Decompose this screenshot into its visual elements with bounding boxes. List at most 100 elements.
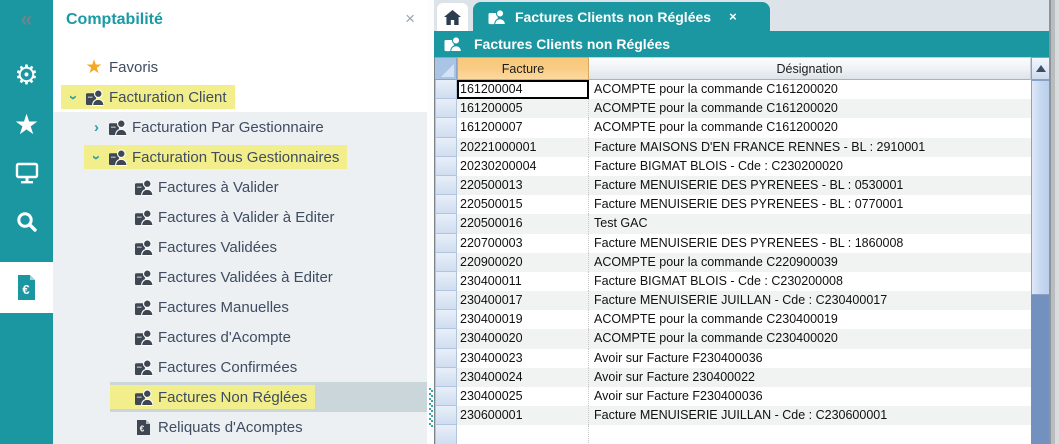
designation-cell[interactable]: Facture MENUISERIE DES PYRENEES - BL : 0… xyxy=(589,176,1031,195)
tree-item-content[interactable]: ›Facturation Tous Gestionnaires xyxy=(84,145,347,169)
settings-gear-icon[interactable]: ⚙ xyxy=(0,60,53,91)
chevron-down-icon[interactable]: › xyxy=(66,87,81,108)
tree-item-content[interactable]: €Reliquats d'Acomptes xyxy=(110,415,311,439)
tree-item-factures-d-acompte[interactable]: Factures d'Acompte xyxy=(110,322,427,352)
facture-cell[interactable]: 230400011 xyxy=(457,272,589,291)
row-header-cell[interactable] xyxy=(435,272,457,291)
facture-cell-focused[interactable]: 161200004 xyxy=(457,80,589,99)
tree-item-factures-valider[interactable]: Factures à Valider xyxy=(110,172,427,202)
facture-cell[interactable]: 20230200004 xyxy=(457,157,589,176)
designation-cell[interactable] xyxy=(589,425,1031,444)
tree-item-content[interactable]: Factures Validées à Editer xyxy=(110,265,341,289)
designation-cell[interactable]: Facture MENUISERIE DES PYRENEES - BL : 1… xyxy=(589,234,1031,253)
tree-item-content[interactable]: ›Facturation Par Gestionnaire xyxy=(84,115,332,139)
row-header-cell[interactable] xyxy=(435,214,457,233)
facture-cell[interactable]: 220900020 xyxy=(457,253,589,272)
designation-cell[interactable]: Facture BIGMAT BLOIS - Cde : C230200020 xyxy=(589,157,1031,176)
tree-item-factures-valid-es-editer[interactable]: Factures Validées à Editer xyxy=(110,262,427,292)
row-header-cell[interactable] xyxy=(435,310,457,329)
row-header-cell[interactable] xyxy=(435,349,457,368)
facture-cell[interactable]: 161200005 xyxy=(457,99,589,118)
tree-item-facturation-client[interactable]: ›Facturation Client xyxy=(61,82,427,112)
designation-cell[interactable]: Avoir sur Facture F230400036 xyxy=(589,387,1031,406)
tree-item-content[interactable]: ★Favoris xyxy=(61,55,166,79)
tree-item-factures-valid-es[interactable]: Factures Validées xyxy=(110,232,427,262)
facture-cell[interactable]: 220700003 xyxy=(457,234,589,253)
facture-cell[interactable]: 230600001 xyxy=(457,406,589,425)
designation-cell[interactable]: Facture MENUISERIE JUILLAN - Cde : C2304… xyxy=(589,291,1031,310)
tree-item-reliquats-d-acomptes[interactable]: €Reliquats d'Acomptes xyxy=(110,412,427,442)
tree-item-content[interactable]: Factures à Valider à Editer xyxy=(110,205,342,229)
tree-item-content[interactable]: Factures Non Réglées xyxy=(110,385,315,409)
row-header-cell[interactable] xyxy=(435,387,457,406)
designation-cell[interactable]: ACOMPTE pour la commande C161200020 xyxy=(589,118,1031,137)
row-header-cell[interactable] xyxy=(435,425,457,444)
scroll-up-button[interactable] xyxy=(1031,57,1050,80)
search-icon[interactable] xyxy=(0,209,53,242)
designation-cell[interactable]: ACOMPTE pour la commande C230400020 xyxy=(589,329,1031,348)
facture-cell[interactable]: 230400023 xyxy=(457,349,589,368)
tree-item-content[interactable]: ›Facturation Client xyxy=(61,85,235,109)
row-header-cell[interactable] xyxy=(435,176,457,195)
tree-item-factures-non-r-gl-es[interactable]: Factures Non Réglées xyxy=(110,382,427,412)
row-header-cell[interactable] xyxy=(435,157,457,176)
chevron-down-icon[interactable]: › xyxy=(89,147,104,168)
facture-cell[interactable]: 230400019 xyxy=(457,310,589,329)
designation-cell[interactable]: ACOMPTE pour la commande C161200020 xyxy=(589,99,1031,118)
chevron-right-icon[interactable]: › xyxy=(86,120,107,135)
facture-cell[interactable]: 161200007 xyxy=(457,118,589,137)
tree-item-content[interactable]: Factures d'Acompte xyxy=(110,325,299,349)
tree-item-factures-confirm-es[interactable]: Factures Confirmées xyxy=(110,352,427,382)
row-header-cell[interactable] xyxy=(435,253,457,272)
favorites-star-icon[interactable]: ★ xyxy=(0,108,53,141)
collapse-panel-icon[interactable]: « xyxy=(0,8,53,32)
panel-close-icon[interactable]: × xyxy=(405,9,415,29)
facture-cell[interactable]: 230400017 xyxy=(457,291,589,310)
facture-cell[interactable]: 220500013 xyxy=(457,176,589,195)
splitter-grip-icon[interactable] xyxy=(428,388,433,428)
tree-item-content[interactable]: Factures à Valider xyxy=(110,175,287,199)
facture-cell[interactable]: 20221000001 xyxy=(457,138,589,157)
tree-item-content[interactable]: Factures Validées xyxy=(110,235,285,259)
tree-item-facturation-tous-gestionnaires[interactable]: ›Facturation Tous Gestionnaires xyxy=(84,142,427,172)
tree-item-content[interactable]: Factures Manuelles xyxy=(110,295,297,319)
facture-cell[interactable]: 220500015 xyxy=(457,195,589,214)
panel-splitter[interactable] xyxy=(427,0,434,444)
tab-factures-clients-non-reglees[interactable]: Factures Clients non Réglées × xyxy=(473,2,770,31)
row-header-cell[interactable] xyxy=(435,406,457,425)
grid-select-all-corner[interactable] xyxy=(435,57,457,80)
designation-cell[interactable]: ACOMPTE pour la commande C220900039 xyxy=(589,253,1031,272)
row-header-cell[interactable] xyxy=(435,368,457,387)
monitor-icon[interactable] xyxy=(0,160,53,191)
row-header-cell[interactable] xyxy=(435,80,457,99)
facture-cell[interactable] xyxy=(457,425,589,444)
row-header-cell[interactable] xyxy=(435,291,457,310)
designation-cell[interactable]: Facture MAISONS D'EN FRANCE RENNES - BL … xyxy=(589,138,1031,157)
facture-cell[interactable]: 230400024 xyxy=(457,368,589,387)
scrollbar-thumb[interactable] xyxy=(1031,80,1050,295)
tab-close-icon[interactable]: × xyxy=(729,9,737,24)
tab-home[interactable] xyxy=(437,3,468,31)
designation-cell[interactable]: Avoir sur Facture 230400022 xyxy=(589,368,1031,387)
tree-item-factures-valider-editer[interactable]: Factures à Valider à Editer xyxy=(110,202,427,232)
invoices-euro-tab-selected[interactable]: € xyxy=(0,262,53,313)
row-header-cell[interactable] xyxy=(435,118,457,137)
designation-cell[interactable]: ACOMPTE pour la commande C230400019 xyxy=(589,310,1031,329)
designation-cell[interactable]: Facture MENUISERIE JUILLAN - Cde : C2306… xyxy=(589,406,1031,425)
column-header-designation[interactable]: Désignation xyxy=(589,57,1031,80)
designation-cell[interactable]: Facture BIGMAT BLOIS - Cde : C230200008 xyxy=(589,272,1031,291)
row-header-cell[interactable] xyxy=(435,99,457,118)
designation-cell[interactable]: Avoir sur Facture F230400036 xyxy=(589,349,1031,368)
row-header-cell[interactable] xyxy=(435,195,457,214)
designation-cell[interactable]: Test GAC xyxy=(589,214,1031,233)
facture-cell[interactable]: 220500016 xyxy=(457,214,589,233)
designation-cell[interactable]: ACOMPTE pour la commande C161200020 xyxy=(589,80,1031,99)
facture-cell[interactable]: 230400025 xyxy=(457,387,589,406)
row-header-cell[interactable] xyxy=(435,329,457,348)
row-header-cell[interactable] xyxy=(435,234,457,253)
tree-item-content[interactable]: Factures Confirmées xyxy=(110,355,305,379)
column-header-facture[interactable]: Facture xyxy=(457,57,589,80)
facture-cell[interactable]: 230400020 xyxy=(457,329,589,348)
tree-item-facturation-par-gestionnaire[interactable]: ›Facturation Par Gestionnaire xyxy=(84,112,427,142)
designation-cell[interactable]: Facture MENUISERIE DES PYRENEES - BL : 0… xyxy=(589,195,1031,214)
